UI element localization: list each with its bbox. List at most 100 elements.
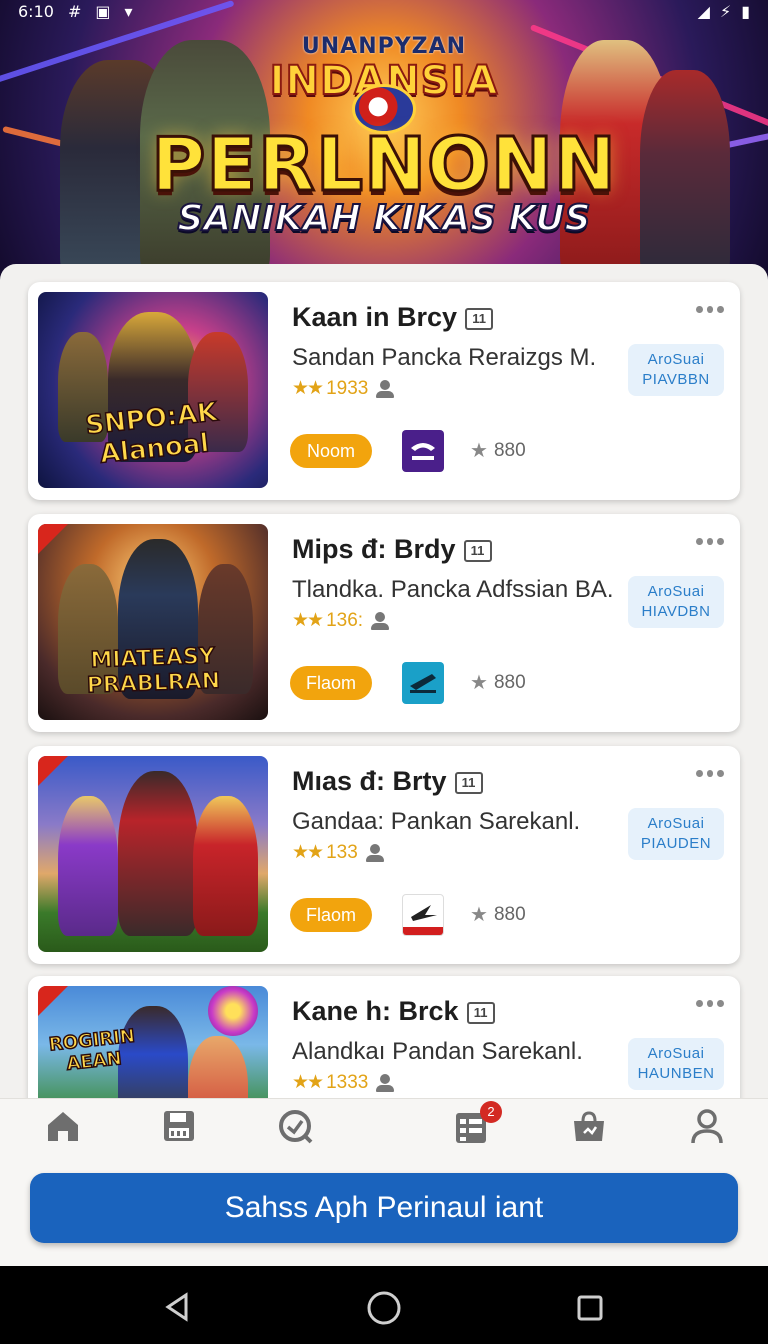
- battery-icon: ▮: [741, 1, 750, 21]
- charging-icon: ⚡: [719, 1, 732, 21]
- more-menu-icon[interactable]: [696, 1000, 725, 1014]
- game-card[interactable]: Mıas đ: Brty 11 Gandaa: Pankan Sarekanl. …: [28, 746, 740, 964]
- star-outline-icon: ★: [470, 440, 488, 462]
- hero-subtitle: SANIKAH KIKAS KUS: [176, 197, 591, 240]
- category-tag-line: AroSuai: [647, 1045, 705, 1062]
- user-icon: [376, 1073, 395, 1092]
- rating-count: 136:: [326, 609, 364, 631]
- notification-badge: 2: [480, 1101, 502, 1123]
- rating-row: ★★ 1933: [292, 377, 395, 400]
- star-count: ★ 880: [470, 902, 526, 927]
- category-tag-line: PIAUDEN: [640, 835, 712, 852]
- nav-tab-row: 2: [0, 1101, 768, 1151]
- rating-count: 1933: [326, 377, 369, 399]
- notification-icon: ▾: [124, 1, 133, 21]
- game-list[interactable]: SNPO:AK Alanoal Kaan in Brcy 11 Sandan Pa…: [0, 264, 768, 1100]
- thumbnail-figure: [58, 796, 118, 936]
- system-navigation-bar: [0, 1266, 768, 1344]
- rating-row: ★★ 133: [292, 841, 384, 864]
- home-icon[interactable]: [44, 1107, 84, 1147]
- thumbnail-caption: MIATEASY PRABLRAN: [86, 643, 222, 699]
- category-tag-line: HIAVDBN: [641, 603, 711, 620]
- game-card[interactable]: SNPO:AK Alanoal Kaan in Brcy 11 Sandan Pa…: [28, 282, 740, 500]
- more-menu-icon[interactable]: [696, 770, 725, 784]
- hero-title: PERLNONN: [150, 121, 618, 210]
- list-icon[interactable]: 2: [452, 1101, 502, 1147]
- user-icon: [365, 843, 384, 862]
- profile-icon[interactable]: [688, 1107, 728, 1147]
- star-count-value: 880: [493, 671, 526, 693]
- publisher-logo-icon: [402, 662, 444, 704]
- star-icon: ★★: [292, 842, 324, 863]
- thumbnail-figure: [188, 1036, 248, 1100]
- game-subtitle: Tlandka. Pancka Adfssian BA.: [292, 576, 614, 603]
- category-tag-line: PIAVBBN: [642, 371, 710, 388]
- hero-banner[interactable]: UNANPYZAN INDANSIA PERLNONN SANIKAH KIKA…: [0, 0, 768, 292]
- category-tag-line: HAUNBEN: [637, 1065, 715, 1082]
- game-thumbnail[interactable]: ROGIRIN AEAN: [38, 986, 268, 1100]
- ribbon-corner: [38, 756, 68, 786]
- age-badge: 11: [454, 772, 483, 794]
- age-badge: 11: [466, 1002, 495, 1024]
- game-thumbnail[interactable]: [38, 756, 268, 952]
- user-icon: [376, 379, 395, 398]
- game-subtitle: Alandkaı Pandan Sarekanl.: [292, 1038, 583, 1065]
- publisher-logo-icon: [402, 894, 444, 936]
- rating-row: ★★ 136:: [292, 609, 390, 632]
- thumbnail-figure: [118, 771, 198, 936]
- thumbnail-figure: [208, 986, 258, 1036]
- bottom-navigation: 2 Sahss Aph Perinaul iant: [0, 1098, 768, 1266]
- rating-count: 1333: [326, 1071, 369, 1093]
- game-title: Mips đ: Brdy 11: [292, 534, 492, 565]
- status-time: 6:10: [18, 1, 54, 21]
- clock-icon[interactable]: [276, 1107, 316, 1147]
- game-title-text: Mips đ: Brdy: [292, 534, 456, 564]
- hero-super-title: UNANPYZAN: [301, 34, 467, 59]
- primary-cta-button[interactable]: Sahss Aph Perinaul iant: [30, 1173, 738, 1243]
- signal-icon: ◢: [697, 1, 710, 21]
- game-title-text: Kane h: Brck: [292, 996, 459, 1026]
- back-icon[interactable]: [162, 1292, 192, 1327]
- game-thumbnail[interactable]: SNPO:AK Alanoal: [38, 292, 268, 488]
- play-button[interactable]: Flaom: [290, 666, 372, 700]
- ribbon-corner: [38, 986, 68, 1016]
- star-count: ★ 880: [470, 670, 526, 695]
- recents-icon[interactable]: [576, 1294, 604, 1327]
- ribbon-corner: [38, 524, 68, 554]
- category-tag[interactable]: AroSuai HAUNBEN: [628, 1038, 724, 1090]
- star-outline-icon: ★: [470, 904, 488, 926]
- rating-count: 133: [326, 841, 358, 863]
- game-title-text: Kaan in Brcy: [292, 302, 458, 332]
- bag-icon[interactable]: [570, 1107, 610, 1147]
- category-tag-line: AroSuai: [647, 815, 705, 832]
- game-title: Mıas đ: Brty 11: [292, 766, 483, 797]
- game-thumbnail[interactable]: MIATEASY PRABLRAN: [38, 524, 268, 720]
- publisher-logo-icon: [402, 430, 444, 472]
- star-outline-icon: ★: [470, 672, 488, 694]
- home-button-icon[interactable]: [366, 1290, 402, 1331]
- more-menu-icon[interactable]: [696, 538, 725, 552]
- category-tag[interactable]: AroSuai PIAVBBN: [628, 344, 724, 396]
- star-count-value: 880: [493, 439, 526, 461]
- play-button[interactable]: Noom: [290, 434, 372, 468]
- thumbnail-figure: [193, 796, 258, 936]
- game-card[interactable]: MIATEASY PRABLRAN Mips đ: Brdy 11 Tlandka…: [28, 514, 740, 732]
- status-bar: 6:10 # ▣ ▾ ◢ ⚡ ▮: [0, 0, 768, 22]
- category-tag[interactable]: AroSuai PIAUDEN: [628, 808, 724, 860]
- notification-icon: #: [67, 1, 82, 21]
- star-icon: ★★: [292, 1072, 324, 1093]
- star-count: ★ 880: [470, 438, 526, 463]
- game-title-text: Mıas đ: Brty: [292, 766, 447, 796]
- game-title: Kane h: Brck 11: [292, 996, 495, 1027]
- star-icon: ★★: [292, 378, 324, 399]
- user-icon: [371, 611, 390, 630]
- category-tag[interactable]: AroSuai HIAVDBN: [628, 576, 724, 628]
- star-icon: ★★: [292, 610, 324, 631]
- game-title: Kaan in Brcy 11: [292, 302, 494, 333]
- notification-icon: ▣: [95, 1, 111, 21]
- save-icon[interactable]: [160, 1107, 200, 1147]
- play-button[interactable]: Flaom: [290, 898, 372, 932]
- game-card[interactable]: ROGIRIN AEAN Kane h: Brck 11 Alandkaı Pan…: [28, 976, 740, 1100]
- more-menu-icon[interactable]: [696, 306, 725, 320]
- age-badge: 11: [463, 540, 492, 562]
